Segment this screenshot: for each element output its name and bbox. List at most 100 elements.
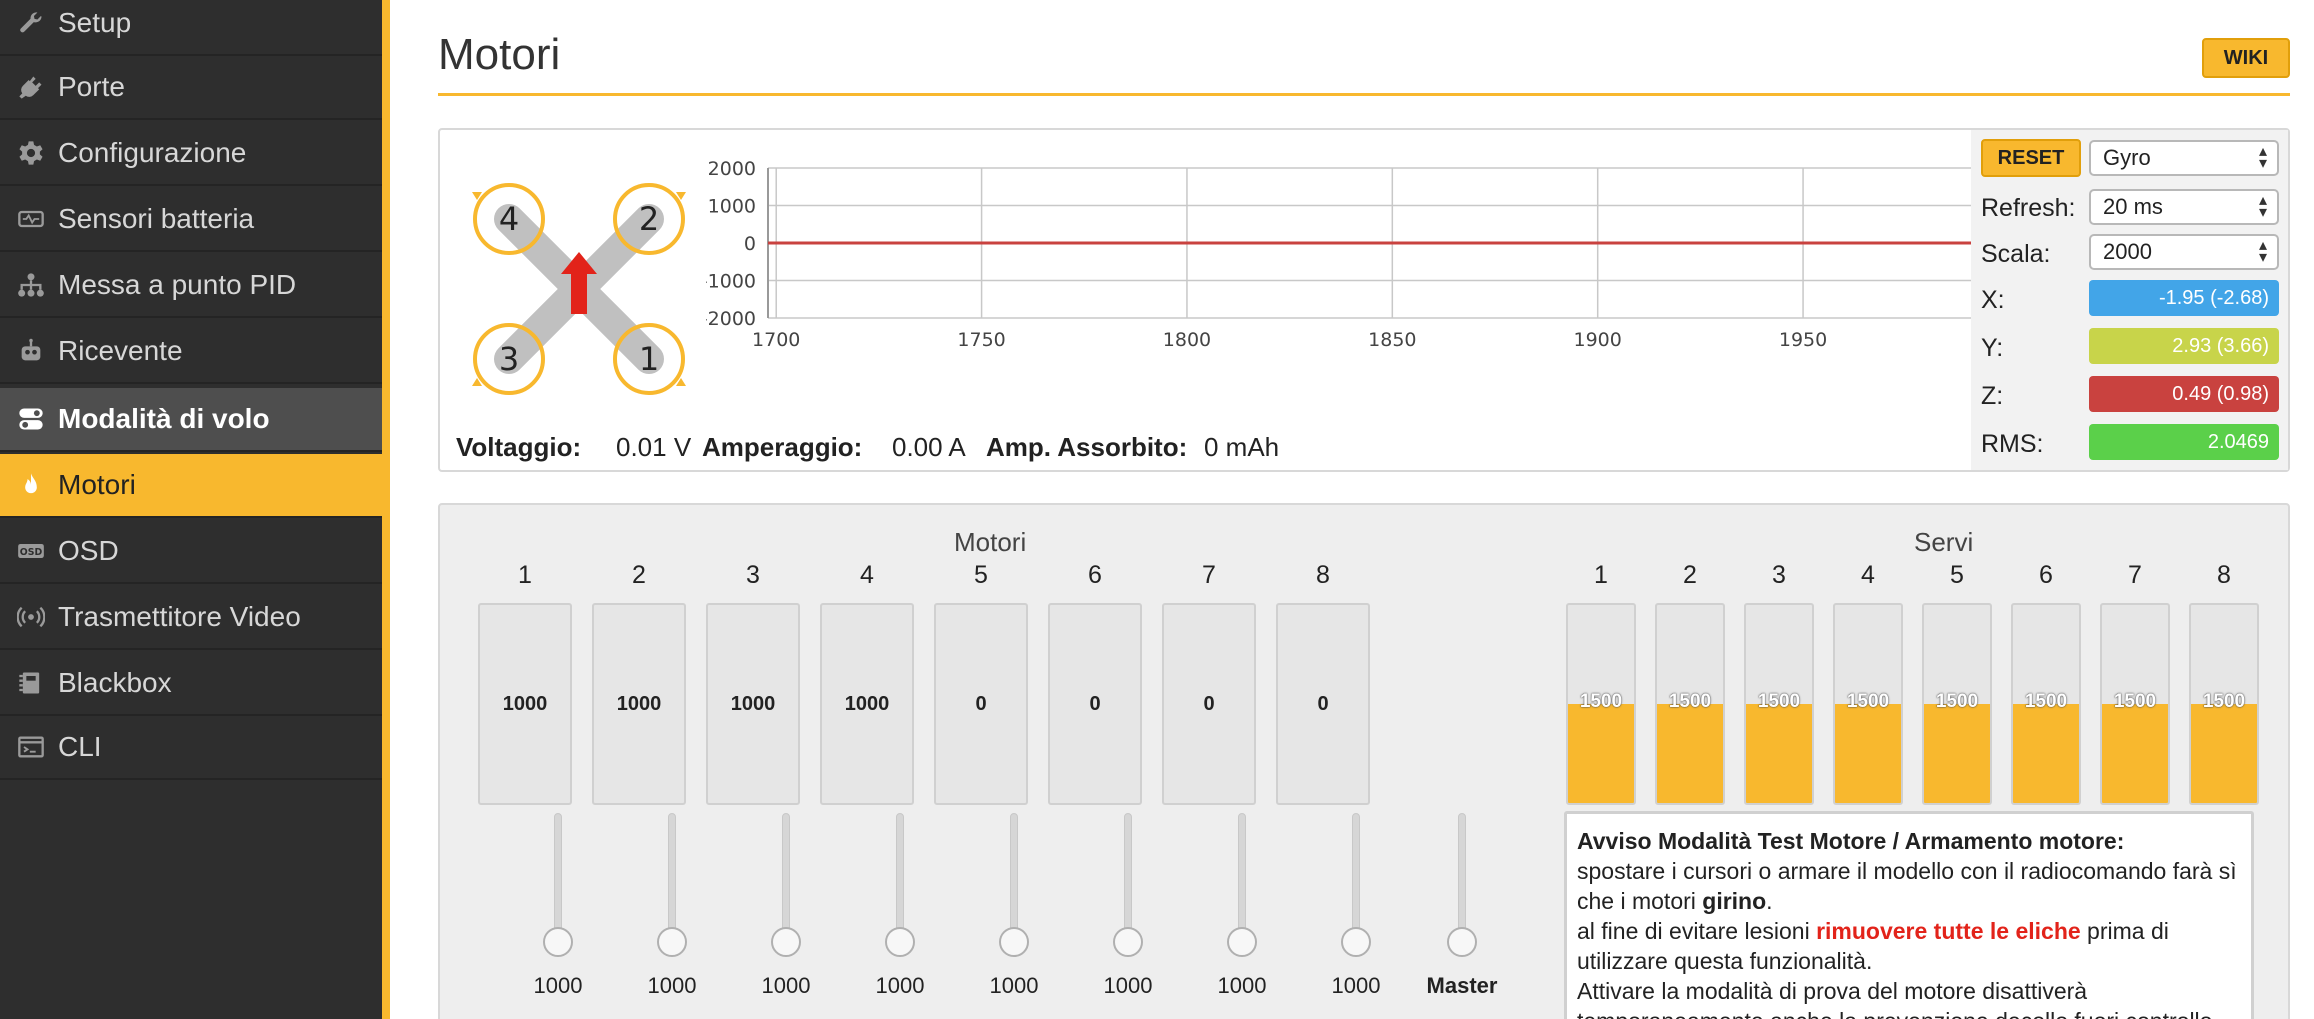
motors-section-title: Motori	[954, 527, 1027, 557]
servo-value: 1500	[2024, 691, 2068, 712]
sidebar-item-blackbox[interactable]: Blackbox	[0, 652, 390, 716]
motor-slider-thumb[interactable]	[771, 927, 801, 957]
reset-button[interactable]: RESET	[1981, 139, 2081, 177]
servo-fill	[2013, 704, 2079, 803]
chart-x-tick-label: 1800	[1163, 329, 1211, 351]
motor-meter: 1000	[706, 603, 800, 805]
toggle-icon	[16, 404, 46, 434]
motor-number-label: 6	[1088, 561, 1102, 589]
sidebar-item-ricevente[interactable]: Ricevente	[0, 320, 390, 384]
sidebar-item-label: Porte	[58, 71, 125, 102]
sidebar-item-porte[interactable]: Porte	[0, 56, 390, 120]
sidebar-item-setup[interactable]: Setup	[0, 0, 390, 56]
sidebar-item-sensori-batteria[interactable]: Sensori batteria	[0, 188, 390, 252]
z-value-box: 0.49 (0.98)	[2089, 376, 2279, 412]
motor-slider-track[interactable]	[1010, 813, 1018, 943]
motor-slider-value: 1000	[647, 973, 697, 998]
scale-select-value: 2000	[2103, 239, 2152, 264]
motor-number-label: 8	[1316, 561, 1330, 589]
svg-text:OSD: OSD	[20, 547, 43, 558]
motor-number-label: 1	[518, 561, 532, 589]
servo-fill	[1924, 704, 1990, 803]
consumed-label: Amp. Assorbito:	[986, 432, 1188, 462]
servo-meter: 1500	[1922, 603, 1992, 805]
z-axis-label: Z:	[1981, 382, 2004, 410]
motor-diagram-label-2: 2	[639, 200, 659, 238]
motor-slider-thumb[interactable]	[999, 927, 1029, 957]
motor-slider-thumb[interactable]	[1341, 927, 1371, 957]
x-value-box: -1.95 (-2.68)	[2089, 280, 2279, 316]
battery-icon	[16, 204, 46, 234]
sidebar-item-osd[interactable]: OSD OSD	[0, 520, 390, 584]
rms-label: RMS:	[1981, 430, 2044, 458]
sidebar-item-trasmettitore-video[interactable]: Trasmettitore Video	[0, 586, 390, 650]
sidebar-item-messa-a-punto-pid[interactable]: Messa a punto PID	[0, 254, 390, 318]
servo-number-label: 2	[1683, 561, 1697, 589]
motor-diagram-label-1: 1	[639, 340, 659, 378]
sidebar-item-cli[interactable]: CLI	[0, 716, 390, 780]
sidebar-item-label: Motori	[58, 469, 136, 500]
select-arrows-icon: ▴ ▾	[2258, 237, 2267, 266]
servo-value: 1500	[2202, 691, 2246, 712]
motor-number-label: 4	[860, 561, 874, 589]
wiki-button[interactable]: WIKI	[2202, 38, 2290, 78]
servo-fill	[1835, 704, 1901, 803]
servo-number-label: 1	[1594, 561, 1608, 589]
sidebar-item-label: Sensori batteria	[58, 203, 255, 234]
motor-slider-track[interactable]	[896, 813, 904, 943]
sidebar-item-motori[interactable]: Motori	[0, 454, 390, 518]
servo-value: 1500	[1935, 691, 1979, 712]
sidebar-item-label: Ricevente	[58, 335, 183, 366]
servo-number-label: 5	[1950, 561, 1964, 589]
sidebar-item-configurazione[interactable]: Configurazione	[0, 122, 390, 186]
refresh-select[interactable]: 20 ms ▴ ▾	[2089, 189, 2279, 225]
voltage-label: Voltaggio:	[456, 432, 582, 462]
sensor-select[interactable]: Gyro ▴ ▾	[2089, 140, 2279, 176]
master-slider-thumb[interactable]	[1447, 927, 1477, 957]
motor-meter: 0	[1162, 603, 1256, 805]
warning-title: Avviso Modalità Test Motore / Armamento …	[1577, 828, 2125, 854]
servo-meter: 1500	[2189, 603, 2259, 805]
robot-icon	[16, 336, 46, 366]
title-divider	[438, 93, 2290, 96]
motor-slider-thumb[interactable]	[543, 927, 573, 957]
sidebar-item-label: Messa a punto PID	[58, 269, 297, 300]
servo-value: 1500	[1579, 691, 1623, 712]
sidebar-item-label: Trasmettitore Video	[58, 601, 301, 632]
current-label: Amperaggio:	[702, 432, 863, 462]
select-arrows-icon: ▴ ▾	[2258, 143, 2267, 172]
motor-slider-thumb[interactable]	[1113, 927, 1143, 957]
servo-value: 1500	[1668, 691, 1712, 712]
motor-meter: 0	[1276, 603, 1370, 805]
motor-slider-track[interactable]	[1352, 813, 1360, 943]
page-title: Motori	[438, 30, 561, 79]
motor-slider-thumb[interactable]	[885, 927, 915, 957]
motor-slider-thumb[interactable]	[657, 927, 687, 957]
motor-slider-track[interactable]	[1238, 813, 1246, 943]
sidebar-item-label: OSD	[58, 535, 119, 566]
motor-diagram-label-4: 4	[499, 200, 519, 238]
motor-diagram-label-3: 3	[499, 340, 519, 378]
servo-meter: 1500	[1744, 603, 1814, 805]
motor-slider-value: 1000	[875, 973, 925, 998]
sidebar-item-modalita-di-volo[interactable]: Modalità di volo	[0, 388, 390, 452]
chart-y-tick-label: -2000	[706, 308, 756, 330]
motor-slider-track[interactable]	[782, 813, 790, 943]
motor-slider-track[interactable]	[1124, 813, 1132, 943]
motor-slider-track[interactable]	[554, 813, 562, 943]
sensor-select-value: Gyro	[2103, 145, 2151, 170]
scale-select[interactable]: 2000 ▴ ▾	[2089, 234, 2279, 270]
motor-number-label: 2	[632, 561, 646, 589]
motor-slider-track[interactable]	[668, 813, 676, 943]
warning-line1-end: .	[1766, 888, 1773, 914]
servo-fill	[2191, 704, 2257, 803]
motor-slider-value: 1000	[1103, 973, 1153, 998]
chart-x-tick-label: 1700	[752, 329, 800, 351]
servo-value: 1500	[2113, 691, 2157, 712]
sitemap-icon	[16, 270, 46, 300]
chart-y-tick-label: -1000	[706, 271, 756, 293]
motor-meter: 1000	[592, 603, 686, 805]
motor-slider-value: 1000	[989, 973, 1039, 998]
master-slider-track[interactable]	[1458, 813, 1466, 943]
motor-slider-thumb[interactable]	[1227, 927, 1257, 957]
